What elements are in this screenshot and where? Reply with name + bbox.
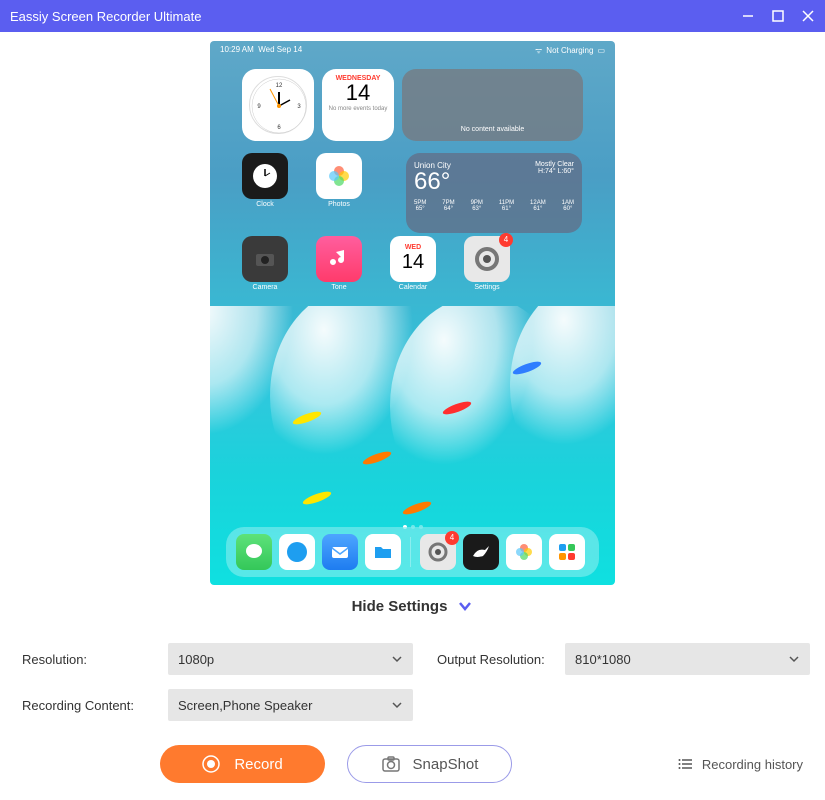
chevron-down-icon (457, 598, 473, 614)
wifi-icon: ᯤ (535, 45, 542, 56)
weather-condition: Mostly Clear (535, 161, 574, 168)
ipad-status-bar: 10:29 AM Wed Sep 14 ᯤ Not Charging ▭ (210, 45, 615, 56)
dock-separator (410, 537, 411, 567)
dock-settings: 4 (420, 534, 456, 570)
settings-toggle-label: Hide Settings (352, 598, 448, 615)
clock-widget: 123 69 (242, 69, 314, 141)
settings-panel: Resolution: 1080p Output Resolution: 810… (0, 625, 825, 729)
settings-badge: 4 (499, 233, 513, 247)
dock-bird (463, 534, 499, 570)
chevron-down-icon (788, 653, 800, 665)
snapshot-button[interactable]: SnapShot (347, 745, 512, 783)
settings-toggle[interactable]: Hide Settings (0, 587, 825, 625)
ipad-screen: 10:29 AM Wed Sep 14 ᯤ Not Charging ▭ 123… (210, 41, 615, 585)
weather-hilo: H:74° L:60° (535, 168, 574, 175)
close-icon[interactable] (801, 9, 815, 23)
maximize-icon[interactable] (771, 9, 785, 23)
dock-safari (279, 534, 315, 570)
weather-hourly: 5PM65° 7PM64° 9PM63° 11PM61° 12AM61° 1AM… (414, 200, 574, 212)
recording-content-select[interactable]: Screen,Phone Speaker (168, 689, 413, 721)
chevron-down-icon (391, 699, 403, 711)
app-photos: Photos (316, 153, 362, 208)
calendar-widget: WEDNESDAY 14 No more events today (322, 69, 394, 141)
list-icon (678, 756, 694, 772)
chevron-down-icon (391, 653, 403, 665)
app-camera: Camera (242, 236, 288, 291)
output-resolution-select[interactable]: 810*1080 (565, 643, 810, 675)
resolution-label: Resolution: (22, 652, 162, 667)
app-clock: Clock (242, 153, 288, 208)
status-time: 10:29 AM (220, 45, 254, 54)
window-controls (741, 9, 815, 23)
minimize-icon[interactable] (741, 9, 755, 23)
music-text: No content available (461, 126, 524, 133)
history-label: Recording history (702, 757, 803, 772)
svg-text:12: 12 (276, 83, 283, 89)
charging-label: Not Charging (546, 46, 593, 55)
titlebar: Eassiy Screen Recorder Ultimate (0, 0, 825, 32)
ipad-dock: 4 (226, 527, 599, 577)
app-settings: 4 Settings (464, 236, 510, 291)
dock-files (365, 534, 401, 570)
dock-messages (236, 534, 272, 570)
weather-widget: Union City 66° Mostly Clear H:74° L:60° … (406, 153, 582, 233)
widget-row: 123 69 WEDNESDAY 14 No more events today (242, 69, 583, 141)
camera-icon (381, 754, 401, 774)
device-preview-area: 10:29 AM Wed Sep 14 ᯤ Not Charging ▭ 123… (0, 32, 825, 587)
wallpaper-waves (210, 306, 615, 525)
app-calendar: WED 14 Calendar (390, 236, 436, 291)
cal-date: 14 (328, 82, 388, 104)
app-title: Eassiy Screen Recorder Ultimate (10, 9, 741, 24)
record-button[interactable]: Record (160, 745, 325, 783)
battery-icon: ▭ (597, 46, 605, 55)
bottom-bar: Record SnapShot Recording history (0, 729, 825, 799)
record-icon (202, 755, 220, 773)
status-date: Wed Sep 14 (258, 45, 302, 54)
resolution-select[interactable]: 1080p (168, 643, 413, 675)
apps-row-2: Camera Tone WED 14 Calendar 4 Settings (242, 236, 510, 291)
dock-multi (549, 534, 585, 570)
output-resolution-label: Output Resolution: (419, 652, 559, 667)
cal-sub: No more events today (328, 106, 388, 112)
recording-history-link[interactable]: Recording history (678, 756, 803, 772)
dock-mail (322, 534, 358, 570)
record-label: Record (234, 756, 282, 773)
recording-content-label: Recording Content: (22, 698, 162, 713)
dock-photos (506, 534, 542, 570)
app-tone: Tone (316, 236, 362, 291)
music-widget: No content available (402, 69, 583, 141)
snapshot-label: SnapShot (413, 756, 479, 773)
apps-row-1: Clock Photos (242, 153, 362, 208)
weather-temp: 66° (414, 170, 451, 194)
